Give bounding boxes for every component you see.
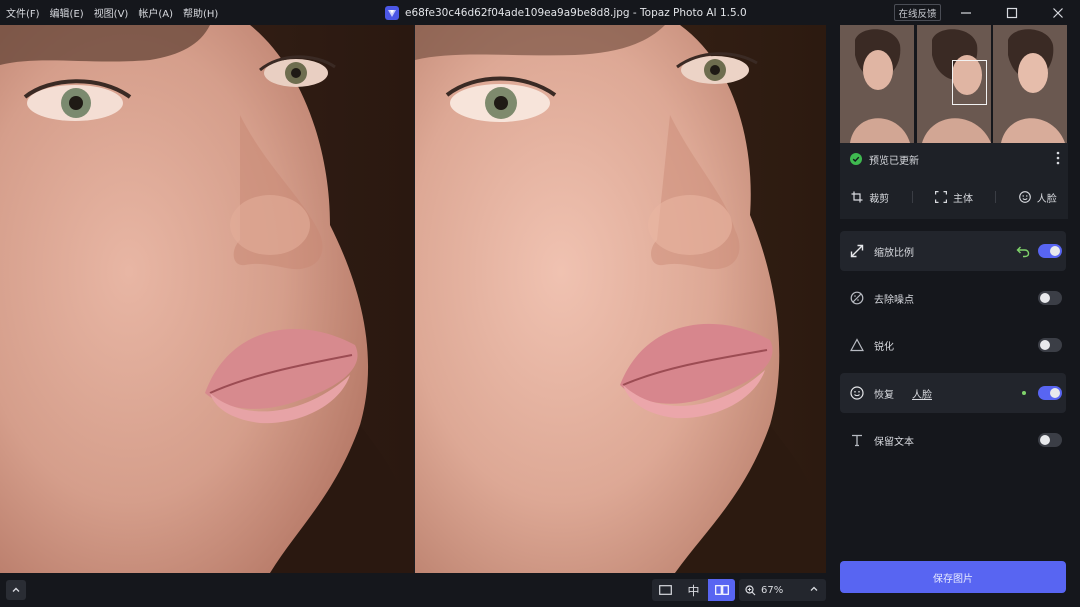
feature-label: 锐化 <box>874 341 894 353</box>
title-bar: 文件(F) 编辑(E) 视图(V) 帐户(A) 帮助(H) e68fe30c46… <box>0 0 1080 25</box>
chevron-up-icon <box>12 587 20 592</box>
sharpen-icon <box>850 338 864 352</box>
single-view-icon <box>659 585 672 595</box>
right-panel: 预览已更新 裁剪 主体 人脸 缩放比例 去除噪点 锐化 恢复 人脸 保留文本 保… <box>838 25 1080 607</box>
denoise-toggle[interactable] <box>1038 291 1062 305</box>
maximize-icon <box>1006 7 1018 18</box>
view-mode-group: 中 <box>652 579 735 601</box>
face-tool-button[interactable]: 人脸 <box>1018 190 1057 205</box>
feature-label: 恢复 <box>874 389 894 401</box>
close-button[interactable] <box>1038 0 1078 25</box>
thumbnail-3[interactable] <box>993 25 1068 143</box>
feature-label: 缩放比例 <box>874 247 914 259</box>
feature-upscale[interactable]: 缩放比例 <box>840 231 1066 271</box>
crop-icon <box>851 191 863 203</box>
subject-icon <box>934 191 947 203</box>
single-view-button[interactable] <box>652 579 679 601</box>
minimize-button[interactable] <box>946 0 986 25</box>
tool-divider <box>911 191 913 203</box>
thumbnail-1[interactable] <box>840 25 915 143</box>
window-title: e68fe30c46d62f04ade109ea9a9be8d8.jpg - T… <box>405 6 747 19</box>
feature-preserve-text[interactable]: 保留文本 <box>840 420 1066 460</box>
preview-thumbnails <box>840 25 1068 143</box>
save-image-button[interactable]: 保存图片 <box>840 561 1066 593</box>
feature-sublabel-face[interactable]: 人脸 <box>912 386 932 401</box>
face-recovery-icon <box>850 386 864 400</box>
portrait-thumbnail <box>993 25 1068 143</box>
viewport-frame[interactable] <box>951 60 987 105</box>
zoom-in-icon <box>745 584 756 595</box>
undo-icon[interactable] <box>1016 244 1030 258</box>
menu-help[interactable]: 帮助(H) <box>183 5 218 20</box>
zoom-control[interactable]: 67% <box>739 579 826 601</box>
tool-divider <box>995 191 997 203</box>
feature-label: 保留文本 <box>874 436 914 448</box>
zoom-level: 67% <box>761 584 784 596</box>
side-by-side-view-button[interactable] <box>708 579 735 601</box>
enhanced-photo[interactable] <box>415 25 826 573</box>
menu-file[interactable]: 文件(F) <box>6 5 40 20</box>
topaz-logo-icon <box>385 5 399 20</box>
menu-account[interactable]: 帐户(A) <box>138 5 173 20</box>
feature-recover-face[interactable]: 恢复 人脸 <box>840 373 1066 413</box>
recover-face-toggle[interactable] <box>1038 386 1062 400</box>
minimize-icon <box>961 11 971 14</box>
split-view-icon: 中 <box>687 583 700 598</box>
chevron-up-icon[interactable] <box>808 583 820 595</box>
preserve-text-toggle[interactable] <box>1038 433 1062 447</box>
sharpen-toggle[interactable] <box>1038 338 1062 352</box>
denoise-icon <box>850 291 864 305</box>
crop-tool-button[interactable]: 裁剪 <box>851 190 889 205</box>
expand-panel-button[interactable] <box>6 580 26 600</box>
preview-status: 预览已更新 <box>869 155 919 167</box>
thumbnail-2[interactable] <box>916 25 992 143</box>
resize-icon <box>850 244 864 258</box>
face-photo-enhanced <box>415 25 826 573</box>
more-options-icon[interactable] <box>1056 151 1060 165</box>
bottom-toolbar: 中 67% <box>0 573 838 607</box>
split-view-button[interactable]: 中 <box>680 579 707 601</box>
selection-tools: 裁剪 主体 人脸 <box>840 175 1068 219</box>
feedback-button[interactable]: 在线反馈 <box>894 4 941 21</box>
original-photo[interactable] <box>0 25 414 573</box>
menu-view[interactable]: 视图(V) <box>94 5 129 20</box>
feature-denoise[interactable]: 去除噪点 <box>840 278 1066 318</box>
check-circle-icon <box>850 153 862 165</box>
feature-label: 去除噪点 <box>874 294 914 306</box>
face-photo-original <box>0 25 414 573</box>
face-icon <box>1018 191 1031 203</box>
photo-compare-view[interactable] <box>0 25 826 573</box>
feature-sharpen[interactable]: 锐化 <box>840 325 1066 365</box>
side-by-side-view-icon <box>714 585 729 595</box>
subject-tool-button[interactable]: 主体 <box>934 190 973 205</box>
close-icon <box>1053 7 1063 18</box>
active-indicator <box>1022 391 1026 395</box>
window-title-area: e68fe30c46d62f04ade109ea9a9be8d8.jpg - T… <box>385 0 747 25</box>
text-icon <box>852 434 862 447</box>
menu-edit[interactable]: 编辑(E) <box>50 5 84 20</box>
preview-status-row: 预览已更新 <box>840 143 1068 175</box>
maximize-button[interactable] <box>992 0 1032 25</box>
menu-bar: 文件(F) 编辑(E) 视图(V) 帐户(A) 帮助(H) <box>0 5 218 20</box>
upscale-toggle[interactable] <box>1038 244 1062 258</box>
portrait-thumbnail <box>840 25 914 143</box>
